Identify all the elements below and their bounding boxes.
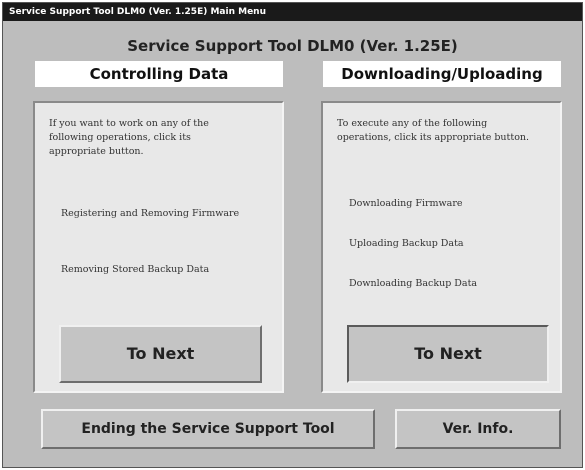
operation-registering-removing-firmware: Registering and Removing Firmware [61,208,240,219]
downloading-uploading-to-next-button[interactable]: To Next [347,325,549,383]
downloading-uploading-header: Downloading/Uploading [323,61,561,87]
controlling-data-panel: If you want to work on any of the follow… [33,101,284,393]
downloading-uploading-intro: To execute any of the following operatio… [337,118,530,143]
ver-info-button[interactable]: Ver. Info. [395,409,561,449]
controlling-data-header: Controlling Data [35,61,283,87]
title-bar: Service Support Tool DLM0 (Ver. 1.25E) M… [3,3,582,21]
operation-downloading-backup-data: Downloading Backup Data [349,278,478,289]
controlling-data-to-next-button[interactable]: To Next [59,325,262,383]
operation-removing-stored-backup-data: Removing Stored Backup Data [61,264,210,275]
downloading-uploading-panel: To execute any of the following operatio… [321,101,562,393]
operation-uploading-backup-data: Uploading Backup Data [349,238,464,249]
page-title: Service Support Tool DLM0 (Ver. 1.25E) [127,37,458,55]
controlling-data-intro: If you want to work on any of the follow… [49,118,209,157]
operation-downloading-firmware: Downloading Firmware [349,198,463,209]
ending-service-support-tool-button[interactable]: Ending the Service Support Tool [41,409,375,449]
main-menu-window: Service Support Tool DLM0 (Ver. 1.25E) M… [2,2,583,468]
